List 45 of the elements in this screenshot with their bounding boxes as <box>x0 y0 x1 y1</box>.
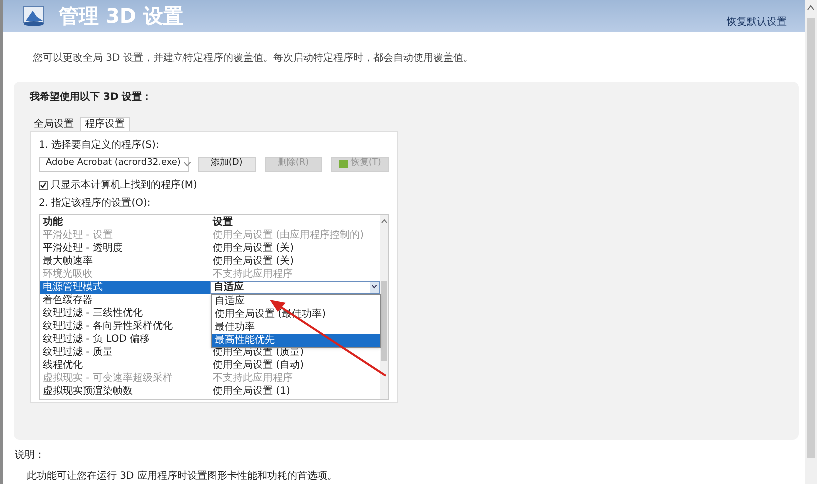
setting-cell-text: 不支持此应用程序 <box>212 372 294 385</box>
setting-combobox[interactable]: 自适应 <box>210 280 380 294</box>
feature-cell[interactable]: 最大帧速率 <box>40 254 210 268</box>
step-label: 1. 选择要自定义的程序(S): <box>39 138 160 153</box>
app-icon <box>23 4 47 27</box>
scroll-up-icon[interactable] <box>807 4 815 12</box>
description: 您可以更改全局 3D 设置，并建立特定程序的覆盖值。每次启动特定程序时，都会自动使用覆盖值。 <box>33 52 474 64</box>
dropdown-option[interactable]: 最佳功率 <box>212 320 380 334</box>
chevron-down-icon <box>184 162 191 167</box>
scroll-up-icon[interactable] <box>380 218 388 226</box>
program-dropdown[interactable]: Adobe Acrobat (acrord32.exe) <box>39 156 189 172</box>
feature-cell[interactable]: 电源管理模式 <box>40 280 210 294</box>
footer-label: 说明： <box>15 449 46 463</box>
feature-cell[interactable]: 虚拟现实预渲染帧数 <box>40 384 210 398</box>
column-header: 设置 <box>212 216 234 229</box>
chevron-down-icon <box>370 282 379 293</box>
checkbox[interactable] <box>39 180 48 190</box>
setting-cell-text: 使用全局设置 (关) <box>212 242 295 255</box>
feature-cell[interactable]: 纹理过滤 - 负 LOD 偏移 <box>40 332 210 346</box>
dropdown-option[interactable]: 最高性能优先 <box>212 334 380 347</box>
feature-cell[interactable]: 线程优化 <box>40 358 210 372</box>
setting-cell-text: 使用全局设置 (1) <box>212 384 292 398</box>
setting-cell-text: 使用全局设置 (由应用程序控制的) <box>212 228 365 242</box>
restore-defaults-link[interactable]: 恢复默认设置 <box>727 14 787 30</box>
feature-cell[interactable]: 纹理过滤 - 三线性优化 <box>40 306 210 320</box>
feature-cell[interactable]: 平滑处理 - 透明度 <box>40 242 210 255</box>
feature-cell[interactable]: 纹理过滤 - 各向异性采样优化 <box>40 320 210 333</box>
checkbox-label: 只显示本计算机上找到的程序(M) <box>51 178 198 193</box>
column-header: 功能 <box>42 216 63 229</box>
feature-cell[interactable]: 纹理过滤 - 质量 <box>40 346 210 359</box>
setting-cell-text: 使用全局设置 (关) <box>212 254 295 268</box>
step-label: 2. 指定该程序的设置(O): <box>39 196 152 211</box>
panel-heading: 我希望使用以下 3D 设置： <box>30 90 154 105</box>
action-button[interactable]: 添加(D) <box>198 156 256 172</box>
setting-cell-text: 不支持此应用程序 <box>212 268 294 281</box>
dropdown-option[interactable]: 自适应 <box>212 294 380 308</box>
folder-icon <box>338 160 348 168</box>
feature-cell[interactable]: 着色缓存器 <box>40 294 210 307</box>
setting-cell-text: 使用全局设置 (自动) <box>212 358 305 372</box>
tab[interactable]: 程序设置 <box>80 116 130 131</box>
scrollbar[interactable] <box>380 214 388 399</box>
tab[interactable]: 全局设置 <box>30 118 78 131</box>
page-scrollbar[interactable] <box>805 0 817 484</box>
window-title: 管理 3D 设置 <box>59 2 184 30</box>
footer-text: 此功能可让您在运行 3D 应用程序时设置图形卡性能和功耗的首选项。 <box>26 470 338 484</box>
